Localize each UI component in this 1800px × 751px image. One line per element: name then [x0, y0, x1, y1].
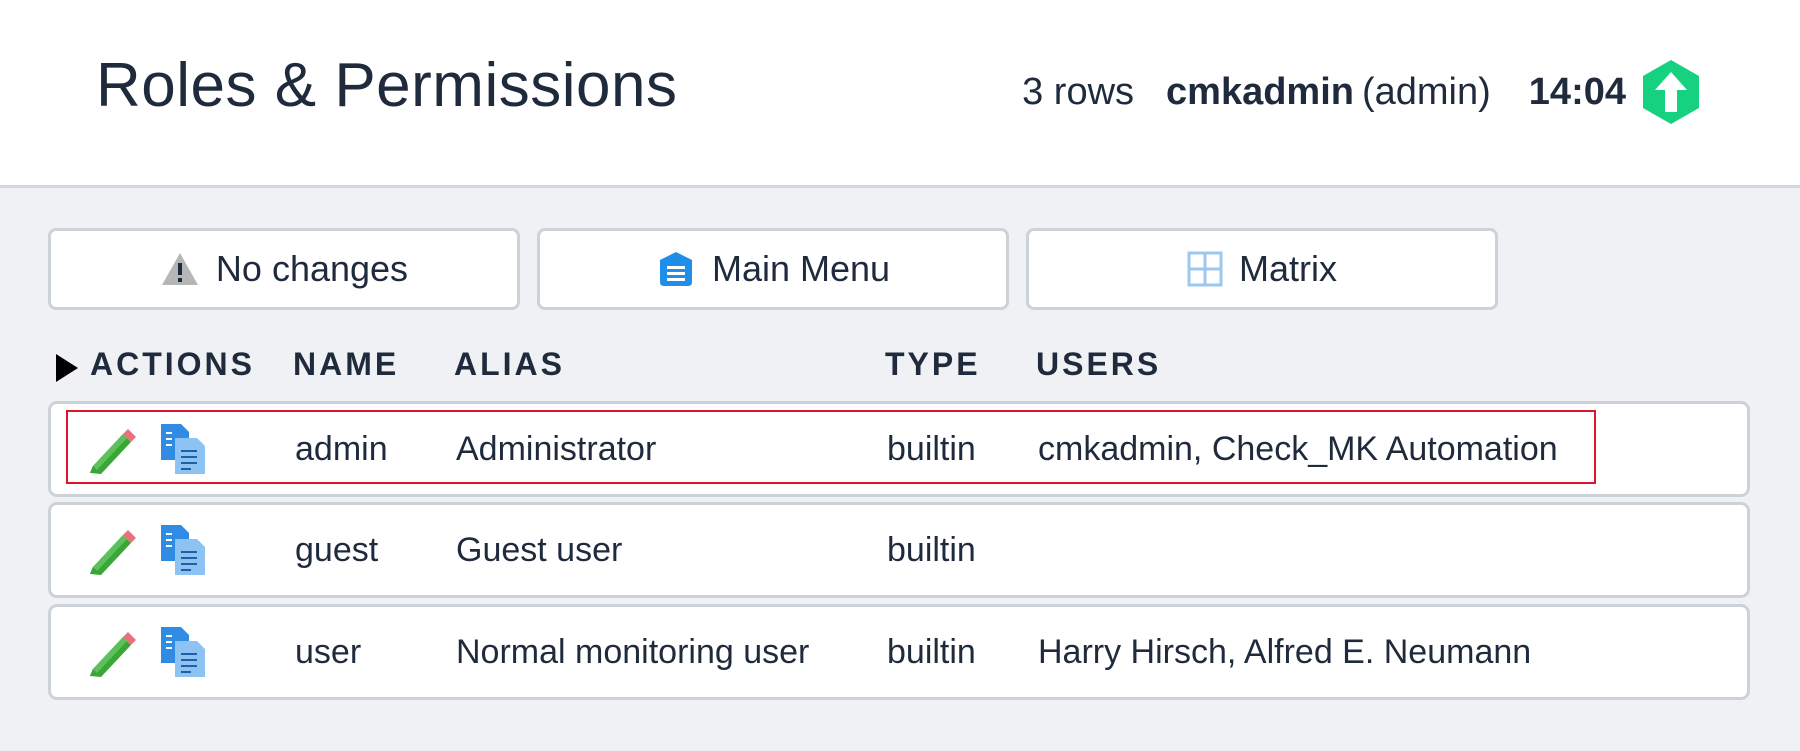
clone-document-icon[interactable]: [159, 625, 209, 688]
rows-count: 3 rows: [1022, 70, 1135, 113]
column-header-name[interactable]: NAME: [293, 346, 399, 383]
edit-pencil-icon[interactable]: [87, 625, 139, 688]
matrix-grid-icon: [1187, 251, 1223, 287]
matrix-button[interactable]: Matrix: [1026, 228, 1498, 310]
no-changes-label: No changes: [215, 248, 409, 289]
column-header-users[interactable]: USERS: [1036, 346, 1161, 383]
role-users: Harry Hirsch, Alfred E. Neumann: [1038, 633, 1532, 671]
page-header: Roles & Permissions 3 rows cmkadmin (adm…: [0, 0, 1800, 188]
checkmk-logo-icon[interactable]: [1640, 58, 1702, 126]
main-menu-icon: [656, 250, 696, 288]
role-name: guest: [295, 531, 379, 569]
table-header: ACTIONS NAME ALIAS TYPE USERS: [56, 346, 1756, 386]
user-role: (admin): [1361, 70, 1491, 113]
header-status: 3 rows cmkadmin (admin) 14:04: [1022, 58, 1702, 126]
clone-document-icon[interactable]: [159, 523, 209, 586]
user-name[interactable]: cmkadmin: [1166, 71, 1354, 114]
table-row: user Normal monitoring user builtin Harr…: [48, 604, 1750, 700]
highlight-annotation: [66, 410, 1596, 484]
column-header-alias[interactable]: ALIAS: [454, 346, 565, 383]
no-changes-button[interactable]: No changes: [48, 228, 520, 310]
main-menu-label: Main Menu: [711, 248, 891, 289]
table-row: guest Guest user builtin: [48, 502, 1750, 598]
page-menu-toolbar: No changes Main Menu Matrix: [48, 228, 1515, 310]
column-header-type[interactable]: TYPE: [885, 346, 981, 383]
column-header-actions: ACTIONS: [90, 346, 255, 382]
warning-icon: [160, 251, 200, 287]
page-title: Roles & Permissions: [96, 51, 678, 120]
main-menu-button[interactable]: Main Menu: [537, 228, 1009, 310]
matrix-label: Matrix: [1239, 248, 1337, 289]
edit-pencil-icon[interactable]: [87, 523, 139, 586]
role-alias: Normal monitoring user: [456, 633, 810, 671]
role-type: builtin: [887, 531, 976, 569]
role-name: user: [295, 633, 362, 671]
clock: 14:04: [1528, 70, 1626, 113]
role-alias: Guest user: [456, 531, 623, 569]
expand-toggle-icon[interactable]: [56, 354, 78, 382]
role-type: builtin: [887, 633, 976, 671]
